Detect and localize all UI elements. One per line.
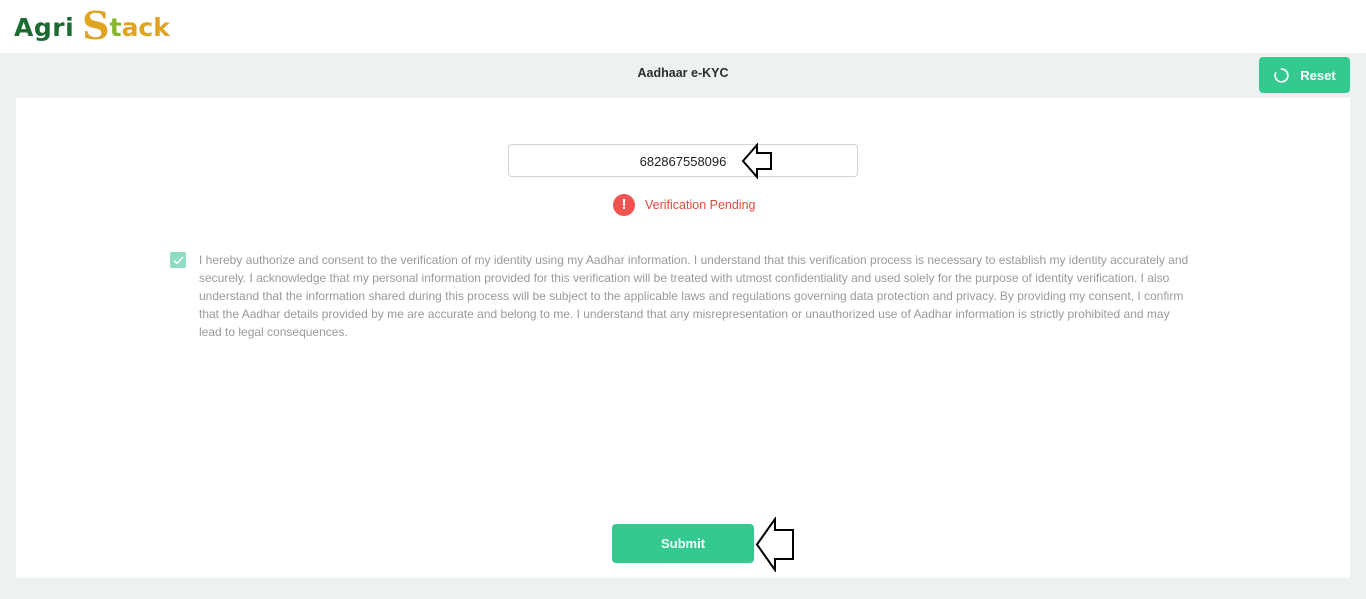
submit-button[interactable]: Submit bbox=[612, 524, 754, 563]
reset-label: Reset bbox=[1300, 67, 1336, 83]
reset-button[interactable]: Reset bbox=[1259, 57, 1350, 93]
logo-t-letter: t bbox=[109, 12, 122, 42]
aadhaar-number-input[interactable] bbox=[508, 144, 858, 177]
verification-status: ! Verification Pending bbox=[613, 193, 756, 216]
left-arrow-icon bbox=[755, 517, 794, 572]
alert-icon: ! bbox=[613, 193, 635, 216]
logo-ack-letters: ack bbox=[121, 12, 170, 42]
status-text: Verification Pending bbox=[645, 197, 756, 212]
logo-agri-text: Agri bbox=[14, 12, 75, 42]
logo-tack-text: tack bbox=[110, 13, 170, 42]
logo-s-letter: S bbox=[82, 3, 110, 48]
page-title: Aadhaar e-KYC bbox=[637, 66, 729, 80]
consent-checkbox[interactable] bbox=[170, 252, 186, 268]
agristack-logo[interactable]: Agri S tack bbox=[14, 3, 170, 48]
check-icon bbox=[172, 255, 184, 265]
left-arrow-icon bbox=[741, 143, 772, 179]
refresh-icon bbox=[1274, 67, 1289, 83]
consent-text: I hereby authorize and consent to the ve… bbox=[199, 253, 1189, 339]
top-bar: Agri S tack bbox=[0, 0, 1366, 53]
